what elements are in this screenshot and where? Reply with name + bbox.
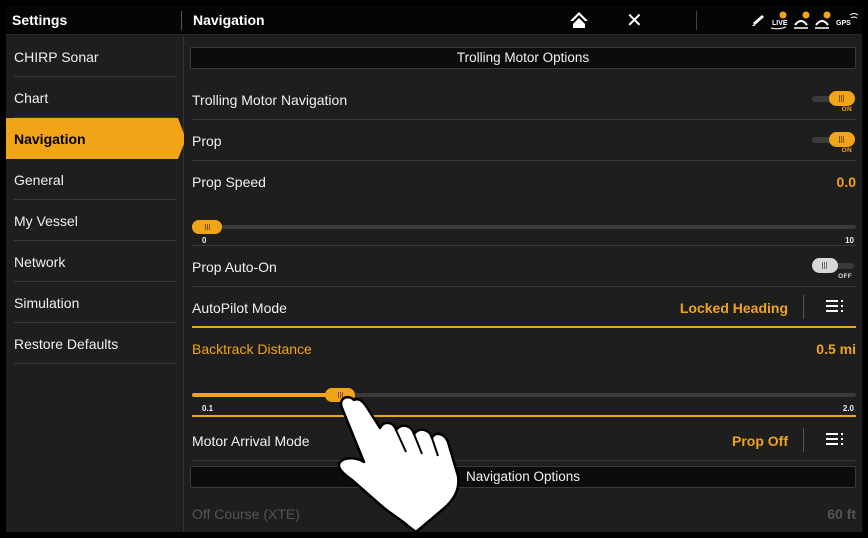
toggle-state: OFF <box>838 273 852 280</box>
row-off-course-xte[interactable]: Off Course (XTE) 60 ft <box>192 493 856 532</box>
svg-text:GPS: GPS <box>836 20 851 27</box>
prop-auto-on-toggle[interactable]: OFF <box>810 257 856 280</box>
page-title: Navigation <box>193 12 265 28</box>
toggle-knob <box>829 132 855 147</box>
row-label: AutoPilot Mode <box>192 300 287 316</box>
sidebar-item-chart[interactable]: Chart <box>6 77 184 118</box>
section-header-navigation-options: Navigation Options <box>190 466 856 488</box>
row-prop-auto-on[interactable]: Prop Auto-On OFF <box>192 246 856 287</box>
sidebar-item-label: My Vessel <box>14 213 78 229</box>
row-label: Prop Speed <box>192 174 266 190</box>
row-motor-arrival-mode[interactable]: Motor Arrival Mode Prop Off <box>192 420 856 461</box>
row-backtrack-distance[interactable]: Backtrack Distance 0.5 mi <box>192 328 856 363</box>
status-divider <box>696 11 697 30</box>
row-label: Motor Arrival Mode <box>192 433 310 449</box>
prop-speed-value: 0.0 <box>836 174 856 190</box>
home-icon[interactable] <box>568 10 590 30</box>
row-label: Prop Auto-On <box>192 259 277 275</box>
settings-title: Settings <box>12 12 68 28</box>
value-divider <box>803 295 804 319</box>
sidebar-item-network[interactable]: Network <box>6 241 184 282</box>
autopilot-mode-value: Locked Heading <box>679 300 788 316</box>
close-icon[interactable]: ✕ <box>626 8 643 32</box>
backtrack-distance-value: 0.5 mi <box>816 341 856 357</box>
prop-speed-divider-row <box>192 236 856 246</box>
row-prop-speed[interactable]: Prop Speed 0.0 <box>192 161 856 196</box>
sidebar-item-my-vessel[interactable]: My Vessel <box>6 200 184 241</box>
sonar-icon <box>794 11 810 29</box>
sidebar: CHIRP Sonar Chart Navigation General My … <box>6 36 186 532</box>
sidebar-item-navigation[interactable]: Navigation <box>6 118 186 159</box>
sidebar-item-label: Restore Defaults <box>14 336 119 352</box>
pen-icon <box>752 15 764 26</box>
sidebar-item-label: CHIRP Sonar <box>14 49 99 65</box>
slider-track <box>192 225 856 229</box>
slider-thumb[interactable] <box>325 388 355 402</box>
main-panel: Trolling Motor Options Trolling Motor Na… <box>184 36 862 532</box>
sidebar-item-label: General <box>14 172 64 188</box>
divider <box>192 460 856 461</box>
slider-thumb[interactable] <box>192 220 222 234</box>
row-label: Backtrack Distance <box>192 341 312 357</box>
backtrack-divider-row <box>192 409 856 417</box>
menu-icon[interactable] <box>826 298 844 314</box>
row-label: Off Course (XTE) <box>192 506 300 522</box>
title-divider <box>181 11 182 30</box>
section-header-trolling-motor: Trolling Motor Options <box>190 47 856 69</box>
toggle-knob <box>829 91 855 106</box>
live-icon: LIVE <box>770 11 788 30</box>
row-label: Trolling Motor Navigation <box>192 92 348 108</box>
top-bar: Settings Navigation ✕ LIVE GPS <box>6 6 862 35</box>
row-label: Prop <box>192 133 222 149</box>
sidebar-item-label: Chart <box>14 90 49 106</box>
status-icons: LIVE GPS <box>752 11 859 30</box>
gps-icon: GPS <box>836 13 859 27</box>
sidebar-item-label: Simulation <box>14 295 80 311</box>
menu-icon[interactable] <box>826 431 844 447</box>
sidebar-item-label: Network <box>14 254 66 270</box>
sonar-2-icon <box>815 11 831 29</box>
slider-fill <box>192 393 340 397</box>
sidebar-item-simulation[interactable]: Simulation <box>6 282 184 323</box>
row-autopilot-mode[interactable]: AutoPilot Mode Locked Heading <box>192 287 856 328</box>
sidebar-item-label: Navigation <box>14 131 86 147</box>
toggle-knob <box>812 258 838 273</box>
sidebar-item-restore-defaults[interactable]: Restore Defaults <box>6 323 184 364</box>
prop-toggle[interactable]: ON <box>810 131 856 154</box>
row-prop[interactable]: Prop ON <box>192 120 856 161</box>
svg-text:LIVE: LIVE <box>772 20 788 27</box>
screen-frame: Settings Navigation ✕ LIVE GPS CHIRP Son… <box>6 6 862 532</box>
toggle-state: ON <box>841 106 852 113</box>
divider <box>14 363 176 364</box>
toggle-state: ON <box>841 147 852 154</box>
divider <box>192 415 856 417</box>
motor-arrival-mode-value: Prop Off <box>732 433 788 449</box>
value-divider <box>803 428 804 452</box>
row-trolling-motor-navigation[interactable]: Trolling Motor Navigation ON <box>192 79 856 120</box>
off-course-value: 60 ft <box>827 506 856 522</box>
sidebar-item-chirp-sonar[interactable]: CHIRP Sonar <box>6 36 184 77</box>
trolling-motor-navigation-toggle[interactable]: ON <box>810 90 856 113</box>
sidebar-item-general[interactable]: General <box>6 159 184 200</box>
